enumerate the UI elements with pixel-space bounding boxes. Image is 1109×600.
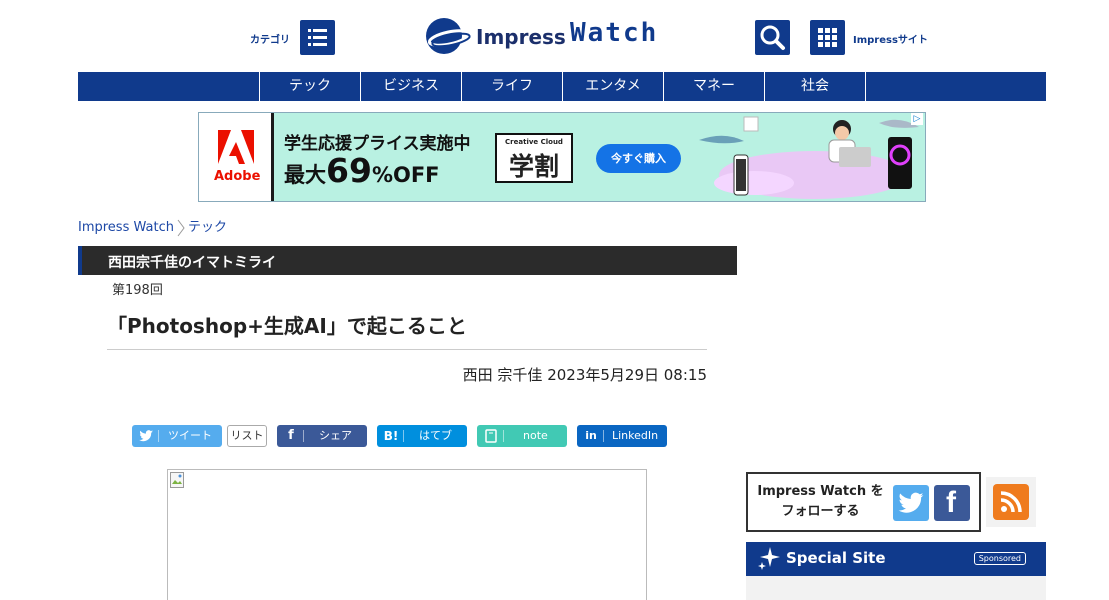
tweet-label: ツイート <box>168 429 212 442</box>
ad-discount-suffix: %OFF <box>371 163 440 187</box>
facebook-follow-button[interactable]: f <box>934 485 970 521</box>
ad-discount-number: 69 <box>326 151 372 190</box>
note-label: note <box>523 429 548 442</box>
logo-mark-icon <box>426 18 471 54</box>
nav-item-business[interactable]: ビジネス <box>360 72 461 101</box>
article-byline: 西田 宗千佳 2023年5月29日 08:15 <box>462 366 707 384</box>
special-site-header: Special Site Sponsored <box>746 542 1046 576</box>
sparkle-icon <box>758 547 780 570</box>
hatena-bookmark-icon: B! <box>383 429 399 443</box>
tweet-divider <box>158 430 159 442</box>
linkedin-label: LinkedIn <box>612 429 659 442</box>
list-icon <box>308 29 327 46</box>
ad-discount: 最大69%OFF <box>284 151 440 190</box>
logo-text-watch: Watch <box>570 18 659 48</box>
grid-icon <box>818 28 837 47</box>
nav-item-tech[interactable]: テック <box>259 72 360 101</box>
series-banner[interactable]: 西田宗千佳のイマトミライ <box>78 246 737 275</box>
series-title[interactable]: 西田宗千佳のイマトミライ <box>108 252 276 272</box>
adobe-wordmark: Adobe <box>214 169 261 184</box>
facebook-divider <box>303 430 304 442</box>
follow-text: Impress Watch を フォローする <box>753 482 888 522</box>
site-logo[interactable]: Impress Watch <box>424 15 669 57</box>
twitter-list-button[interactable]: リスト <box>227 425 267 447</box>
rss-icon <box>1000 491 1022 513</box>
twitter-follow-button[interactable] <box>893 485 929 521</box>
follow-box: Impress Watch を フォローする f <box>746 472 981 532</box>
ad-discount-prefix: 最大 <box>284 163 326 187</box>
breadcrumb-home[interactable]: Impress Watch <box>78 220 174 235</box>
article-image[interactable] <box>167 469 647 600</box>
article-title: 「Photoshop+生成AI」で起こること <box>107 314 467 338</box>
ad-info-icon[interactable]: ▷ <box>911 113 923 125</box>
linkedin-divider <box>603 430 604 442</box>
adobe-logo-icon <box>218 130 254 164</box>
creative-cloud-badge: Creative Cloud 学割 <box>495 133 573 183</box>
impress-sites-label[interactable]: Impressサイト <box>853 31 928 46</box>
nav-divider <box>865 72 866 101</box>
hatena-divider <box>403 430 404 442</box>
chevron-right-icon <box>177 219 185 236</box>
impress-sites-button[interactable] <box>810 20 845 55</box>
hatena-bookmark-button[interactable]: B! はてブ <box>377 425 467 447</box>
title-divider <box>107 349 707 350</box>
search-button[interactable] <box>755 20 790 55</box>
sponsored-badge: Sponsored <box>973 552 1026 565</box>
breadcrumb-tech[interactable]: テック <box>188 220 227 235</box>
broken-image-icon <box>170 472 184 488</box>
facebook-icon: f <box>288 428 294 443</box>
facebook-icon: f <box>946 486 956 519</box>
linkedin-icon: in <box>585 429 597 442</box>
note-icon <box>485 429 497 443</box>
site-header: カテゴリ Impress Watch Impressサイト <box>0 0 1109 72</box>
rss-box <box>986 477 1036 527</box>
category-label[interactable]: カテゴリ <box>250 31 290 46</box>
adobe-logo-panel: Adobe <box>199 113 274 201</box>
facebook-share-button[interactable]: f シェア <box>277 425 367 447</box>
special-site-body <box>746 576 1046 600</box>
nav-item-society[interactable]: 社会 <box>764 72 865 101</box>
hatena-label: はてブ <box>419 429 452 442</box>
creative-cloud-label: Creative Cloud <box>505 138 563 146</box>
follow-line-1: Impress Watch を <box>757 484 884 499</box>
linkedin-share-button[interactable]: in LinkedIn <box>577 425 667 447</box>
episode-number: 第198回 <box>112 283 163 298</box>
search-icon <box>760 25 785 50</box>
facebook-share-label: シェア <box>319 429 352 442</box>
ad-illustration <box>699 116 919 199</box>
logo-text-impress: Impress <box>476 25 566 49</box>
student-discount-label: 学割 <box>508 152 559 181</box>
tweet-button[interactable]: ツイート <box>132 425 222 447</box>
twitter-bird-icon <box>139 430 153 442</box>
adobe-ad-banner[interactable]: Adobe 学生応援プライス実施中 最大69%OFF Creative Clou… <box>198 112 926 202</box>
nav-item-entertainment[interactable]: エンタメ <box>562 72 663 101</box>
nav-item-money[interactable]: マネー <box>663 72 764 101</box>
category-nav: テック ビジネス ライフ エンタメ マネー 社会 <box>78 72 1046 101</box>
twitter-bird-icon <box>898 492 924 513</box>
rss-button[interactable] <box>993 484 1029 520</box>
category-menu-button[interactable] <box>300 20 335 55</box>
nav-item-life[interactable]: ライフ <box>461 72 562 101</box>
note-divider <box>503 430 504 442</box>
special-site-title: Special Site <box>786 549 886 567</box>
breadcrumb: Impress Watch テック <box>78 216 227 238</box>
follow-line-2: フォローする <box>781 504 860 519</box>
ad-buy-now-button[interactable]: 今すぐ購入 <box>596 144 681 173</box>
note-share-button[interactable]: note <box>477 425 567 447</box>
